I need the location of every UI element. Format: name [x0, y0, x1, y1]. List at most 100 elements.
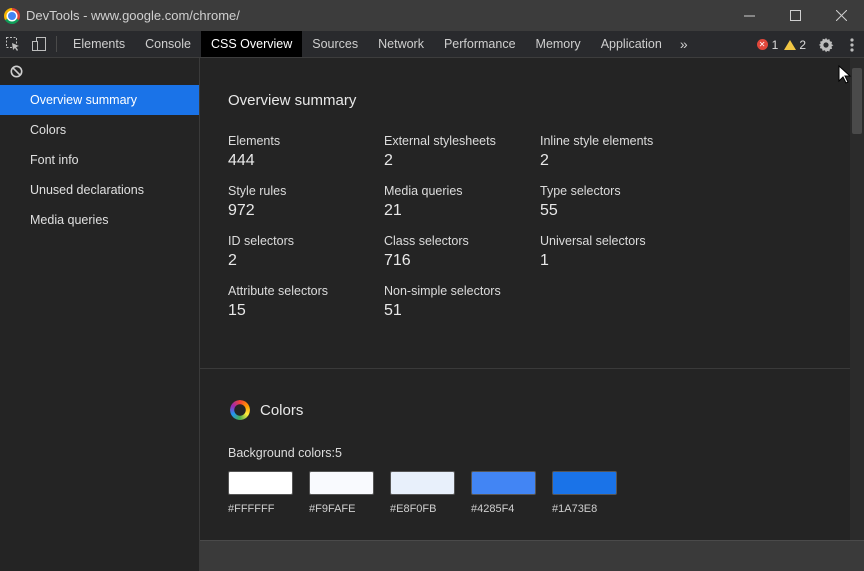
stat-media-queries: Media queries 21: [384, 184, 540, 220]
sidebar-item-font-info[interactable]: Font info: [0, 145, 199, 175]
tab-memory[interactable]: Memory: [526, 31, 591, 57]
warning-icon: [784, 39, 797, 50]
kebab-menu-icon: [850, 37, 854, 52]
devtools-toolbar: Elements Console CSS Overview Sources Ne…: [0, 31, 864, 58]
tab-console[interactable]: Console: [135, 31, 201, 57]
stat-label: Attribute selectors: [228, 284, 329, 298]
stat-label: Class selectors: [384, 234, 469, 248]
stat-id-selectors: ID selectors 2: [228, 234, 384, 270]
close-button[interactable]: [818, 0, 864, 31]
sidebar-item-colors[interactable]: Colors: [0, 115, 199, 145]
stat-label: Type selectors: [540, 184, 621, 198]
stat-type-selectors: Type selectors 55: [540, 184, 696, 220]
minimize-icon: [743, 15, 755, 17]
color-wheel-icon: [230, 400, 250, 420]
chrome-logo-icon: [4, 7, 20, 24]
device-mode-icon: [32, 37, 46, 51]
stat-value: 716: [384, 252, 411, 269]
more-tabs-button[interactable]: »: [672, 31, 696, 57]
stat-value: 51: [384, 302, 402, 319]
content-scrollbar[interactable]: [850, 58, 864, 540]
color-code: #FFFFFF: [228, 503, 275, 515]
inspect-element-button[interactable]: [0, 31, 26, 57]
stat-label: ID selectors: [228, 234, 294, 248]
block-icon: [10, 65, 23, 78]
color-swatch[interactable]: [471, 471, 536, 495]
overview-summary-title: Overview summary: [228, 92, 357, 109]
tab-sources[interactable]: Sources: [302, 31, 368, 57]
stat-value: 55: [540, 202, 558, 219]
stat-value: 15: [228, 302, 246, 319]
sidebar-item-overview-summary[interactable]: Overview summary: [0, 85, 199, 115]
warning-count: 2: [799, 37, 806, 52]
css-overview-sidebar: Overview summary Colors Font info Unused…: [0, 58, 200, 571]
window-title: DevTools - www.google.com/chrome/: [26, 8, 240, 23]
color-swatch[interactable]: [390, 471, 455, 495]
stat-value: 2: [228, 252, 237, 269]
warning-counter[interactable]: 2: [784, 38, 806, 52]
maximize-button[interactable]: [772, 0, 818, 31]
background-colors-label: Background colors:5: [228, 446, 342, 460]
toolbar-right: ✕ 1 2: [756, 31, 864, 58]
window-controls: [726, 0, 864, 31]
background-color-swatches: #FFFFFF #F9FAFE #E8F0FB #4285F4 #1A73E8: [228, 471, 617, 515]
stat-label: Non-simple selectors: [384, 284, 501, 298]
color-code: #E8F0FB: [390, 503, 437, 515]
color-code: #F9FAFE: [309, 503, 356, 515]
stat-universal-selectors: Universal selectors 1: [540, 234, 696, 270]
stat-non-simple-selectors: Non-simple selectors 51: [384, 284, 540, 320]
section-divider: [200, 368, 850, 369]
maximize-icon: [789, 10, 801, 21]
color-swatch-item[interactable]: #1A73E8: [552, 471, 617, 515]
tab-application[interactable]: Application: [591, 31, 672, 57]
color-swatch[interactable]: [228, 471, 293, 495]
colors-section-header: Colors: [230, 400, 303, 420]
stat-value: 2: [540, 152, 549, 169]
stat-label: Media queries: [384, 184, 463, 198]
scrollbar-thumb[interactable]: [852, 68, 862, 134]
color-swatch-item[interactable]: #E8F0FB: [390, 471, 455, 515]
gear-icon: [818, 37, 834, 52]
tab-network[interactable]: Network: [368, 31, 434, 57]
css-overview-content: Overview summary Elements 444 External s…: [200, 58, 850, 540]
minimize-button[interactable]: [726, 0, 772, 31]
inspect-cursor-icon: [6, 37, 19, 51]
tab-elements[interactable]: Elements: [63, 31, 135, 57]
error-count: 1: [771, 37, 779, 52]
stat-attribute-selectors: Attribute selectors 15: [228, 284, 384, 320]
stat-label: Universal selectors: [540, 234, 646, 248]
more-options-button[interactable]: [840, 31, 864, 58]
stat-label: Style rules: [228, 184, 287, 198]
stat-label: Inline style elements: [540, 134, 654, 148]
sidebar-item-unused-declarations[interactable]: Unused declarations: [0, 175, 199, 205]
stat-value: 1: [540, 252, 549, 269]
sidebar-item-media-queries[interactable]: Media queries: [0, 205, 199, 235]
color-code: #1A73E8: [552, 503, 598, 515]
tab-css-overview[interactable]: CSS Overview: [200, 31, 303, 57]
error-icon: ✕: [756, 39, 768, 50]
device-toolbar-button[interactable]: [26, 31, 52, 57]
clear-overview-button[interactable]: [0, 58, 199, 85]
stat-style-rules: Style rules 972: [228, 184, 384, 220]
toolbar-separator: [56, 36, 57, 52]
color-code: #4285F4: [471, 503, 515, 515]
color-swatch-item[interactable]: #F9FAFE: [309, 471, 374, 515]
color-swatch[interactable]: [552, 471, 617, 495]
window-title-bar: DevTools - www.google.com/chrome/: [0, 0, 864, 31]
drawer-bar: [200, 540, 864, 571]
color-swatch-item[interactable]: #4285F4: [471, 471, 536, 515]
stat-value: 2: [384, 152, 393, 169]
mouse-cursor-icon: [838, 65, 852, 84]
stat-label: Elements: [228, 134, 281, 148]
tab-performance[interactable]: Performance: [434, 31, 526, 57]
stat-class-selectors: Class selectors 716: [384, 234, 540, 270]
error-counter[interactable]: ✕ 1: [756, 37, 779, 52]
color-swatch-item[interactable]: #FFFFFF: [228, 471, 293, 515]
settings-button[interactable]: [812, 31, 840, 58]
stat-value: 21: [384, 202, 402, 219]
color-swatch[interactable]: [309, 471, 374, 495]
colors-section-title: Colors: [260, 401, 304, 419]
overview-stats-grid: Elements 444 External stylesheets 2 Inli…: [228, 134, 696, 320]
stat-external-stylesheets: External stylesheets 2: [384, 134, 540, 170]
stat-elements: Elements 444: [228, 134, 384, 170]
